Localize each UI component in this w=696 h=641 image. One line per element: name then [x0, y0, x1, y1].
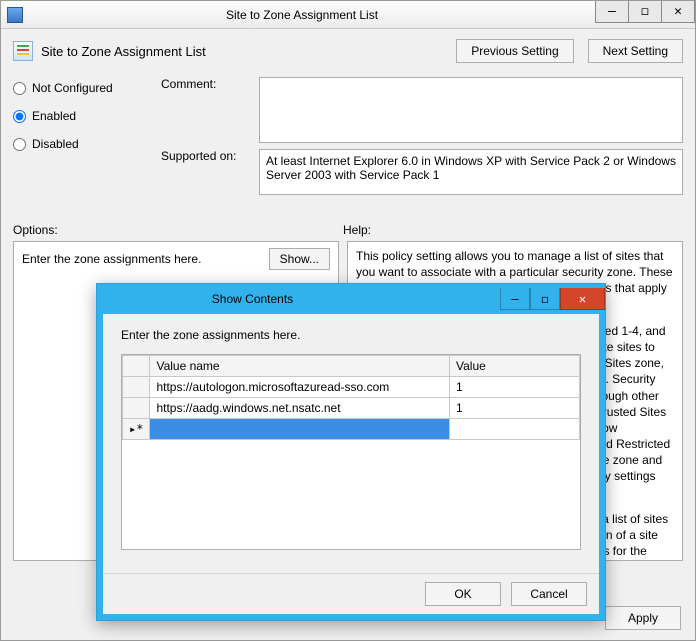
new-row-marker[interactable]: ▸* — [123, 419, 150, 440]
next-setting-button[interactable]: Next Setting — [588, 39, 683, 63]
app-icon — [7, 7, 23, 23]
options-heading: Options: — [13, 223, 343, 237]
dialog-close-button[interactable]: ✕ — [560, 288, 605, 310]
new-row-name-cell[interactable] — [150, 419, 450, 440]
radio-disabled[interactable]: Disabled — [13, 137, 153, 151]
options-row-label: Enter the zone assignments here. — [22, 252, 201, 266]
minimize-button[interactable]: — — [595, 1, 629, 23]
table-row[interactable]: https://autologon.microsoftazuread-sso.c… — [123, 377, 580, 398]
cell-value[interactable]: 1 — [450, 398, 580, 419]
table-row[interactable]: https://aadg.windows.net.nsatc.net 1 — [123, 398, 580, 419]
close-button[interactable]: ✕ — [661, 1, 695, 23]
apply-button[interactable]: Apply — [605, 606, 681, 630]
row-selector[interactable] — [123, 398, 150, 419]
show-contents-dialog: Show Contents — ◻ ✕ Enter the zone assig… — [96, 283, 606, 621]
radio-not-configured[interactable]: Not Configured — [13, 81, 153, 95]
col-value-name[interactable]: Value name — [150, 356, 450, 377]
dialog-titlebar: Show Contents — ◻ ✕ — [97, 284, 605, 314]
cancel-button[interactable]: Cancel — [511, 582, 587, 606]
radio-enabled[interactable]: Enabled — [13, 109, 153, 123]
show-button[interactable]: Show... — [269, 248, 330, 270]
radio-disabled-input[interactable] — [13, 138, 26, 151]
previous-setting-button[interactable]: Previous Setting — [456, 39, 573, 63]
ok-button[interactable]: OK — [425, 582, 501, 606]
dialog-minimize-button[interactable]: — — [500, 288, 530, 310]
comment-field[interactable] — [259, 77, 683, 143]
col-value[interactable]: Value — [450, 356, 580, 377]
row-selector[interactable] — [123, 377, 150, 398]
row-header-blank — [123, 356, 150, 377]
radio-label: Not Configured — [32, 81, 113, 95]
window-controls: — ◻ ✕ — [596, 1, 695, 23]
policy-icon — [13, 41, 33, 61]
supported-label: Supported on: — [161, 149, 251, 163]
cell-value-name[interactable]: https://aadg.windows.net.nsatc.net — [150, 398, 450, 419]
dialog-title: Show Contents — [105, 292, 500, 306]
titlebar: Site to Zone Assignment List — ◻ ✕ — [1, 1, 695, 29]
radio-label: Enabled — [32, 109, 76, 123]
supported-on-text: At least Internet Explorer 6.0 in Window… — [259, 149, 683, 195]
dialog-instruction: Enter the zone assignments here. — [121, 328, 581, 342]
radio-not-configured-input[interactable] — [13, 82, 26, 95]
radio-label: Disabled — [32, 137, 79, 151]
radio-enabled-input[interactable] — [13, 110, 26, 123]
zone-grid[interactable]: Value name Value https://autologon.micro… — [121, 354, 581, 550]
new-row-value-cell[interactable] — [450, 419, 580, 440]
help-heading: Help: — [343, 223, 371, 237]
page-title: Site to Zone Assignment List — [41, 44, 206, 59]
maximize-button[interactable]: ◻ — [628, 1, 662, 23]
table-new-row[interactable]: ▸* — [123, 419, 580, 440]
comment-label: Comment: — [161, 77, 251, 91]
cell-value-name[interactable]: https://autologon.microsoftazuread-sso.c… — [150, 377, 450, 398]
dialog-maximize-button[interactable]: ◻ — [530, 288, 560, 310]
cell-value[interactable]: 1 — [450, 377, 580, 398]
